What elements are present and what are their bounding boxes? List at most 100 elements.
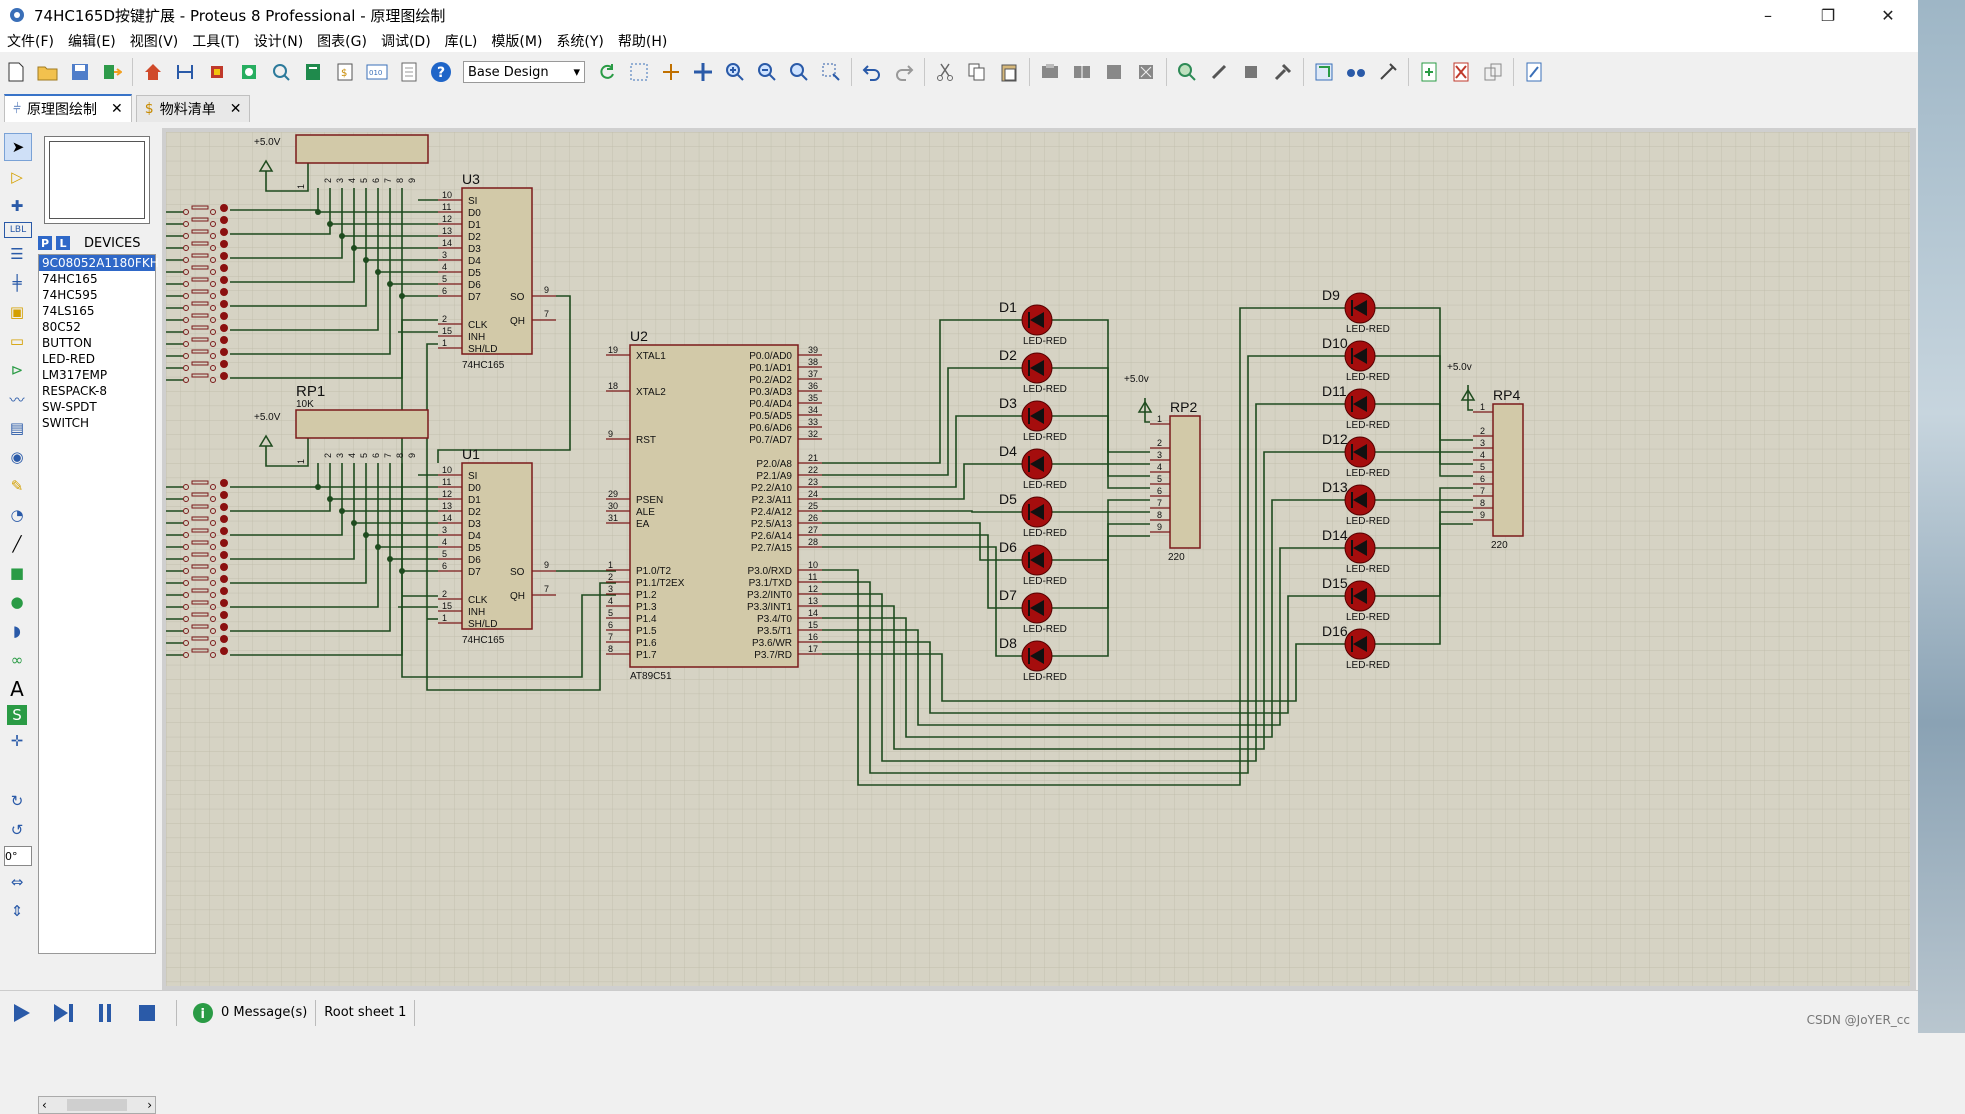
terminals-icon[interactable]: ▭ xyxy=(4,328,30,354)
import-icon[interactable] xyxy=(99,59,125,85)
rotation-angle-field[interactable]: 0° xyxy=(4,846,32,866)
block-delete-icon[interactable] xyxy=(1133,59,1159,85)
buses-icon[interactable]: ╪ xyxy=(4,270,30,296)
schematic-icon[interactable] xyxy=(172,59,198,85)
device-list-item[interactable]: 74HC595 xyxy=(39,287,155,303)
message-count[interactable]: 0 Message(s) xyxy=(221,1005,307,1020)
zoom-area-icon[interactable] xyxy=(818,59,844,85)
menu-system[interactable]: 系统(Y) xyxy=(549,31,610,51)
undo-icon[interactable] xyxy=(859,59,885,85)
redo-icon[interactable] xyxy=(891,59,917,85)
pick-device-icon[interactable] xyxy=(1174,59,1200,85)
rotate-anticlockwise-icon[interactable]: ↺ xyxy=(4,817,30,843)
selection-mode-icon[interactable]: ➤ xyxy=(4,133,32,161)
device-list[interactable]: 9C08052A1180FKH 74HC165 74HC595 74LS165 80C5… xyxy=(38,254,159,954)
menu-design[interactable]: 设计(N) xyxy=(247,31,310,51)
device-list-item[interactable]: SW-SPDT xyxy=(39,399,155,415)
pan-icon[interactable] xyxy=(690,59,716,85)
paste-icon[interactable] xyxy=(996,59,1022,85)
device-list-item[interactable]: 74LS165 xyxy=(39,303,155,319)
design-explorer-icon[interactable] xyxy=(300,59,326,85)
mirror-vertical-icon[interactable]: ⇕ xyxy=(4,898,30,924)
new-sheet-icon[interactable] xyxy=(1416,59,1442,85)
cut-icon[interactable] xyxy=(932,59,958,85)
line-tool-icon[interactable]: ╱ xyxy=(4,531,30,557)
notes-icon[interactable] xyxy=(396,59,422,85)
decompose-icon[interactable] xyxy=(1270,59,1296,85)
remove-sheet-icon[interactable] xyxy=(1448,59,1474,85)
junction-dot-icon[interactable]: ✚ xyxy=(4,193,30,219)
property-assign-icon[interactable] xyxy=(1375,59,1401,85)
scroll-right-icon[interactable]: › xyxy=(147,1098,152,1112)
menu-view[interactable]: 视图(V) xyxy=(123,31,186,51)
block-move-icon[interactable] xyxy=(1069,59,1095,85)
marker-tool-icon[interactable]: ✛ xyxy=(4,728,30,754)
menu-tools[interactable]: 工具(T) xyxy=(185,31,246,51)
pcb-icon[interactable] xyxy=(204,59,230,85)
menu-template[interactable]: 模版(M) xyxy=(484,31,549,51)
device-list-item[interactable]: LM317EMP xyxy=(39,367,155,383)
device-list-item[interactable]: LED-RED xyxy=(39,351,155,367)
design-variant-select[interactable]: Base Design ▾ xyxy=(463,61,585,83)
library-manager-button[interactable]: L xyxy=(56,236,70,250)
save-icon[interactable] xyxy=(67,59,93,85)
rotate-clockwise-icon[interactable]: ↻ xyxy=(4,788,30,814)
message-info-icon[interactable]: i xyxy=(191,998,215,1028)
box-tool-icon[interactable]: ■ xyxy=(4,560,30,586)
menu-help[interactable]: 帮助(H) xyxy=(611,31,674,51)
device-list-item[interactable]: 74HC165 xyxy=(39,271,155,287)
close-tab-icon[interactable]: ✕ xyxy=(111,101,123,117)
close-tab-icon[interactable]: ✕ xyxy=(230,101,242,117)
make-device-icon[interactable] xyxy=(1206,59,1232,85)
bom-icon[interactable]: $ xyxy=(332,59,358,85)
open-folder-icon[interactable] xyxy=(35,59,61,85)
exit-to-parent-icon[interactable] xyxy=(1480,59,1506,85)
menu-library[interactable]: 库(L) xyxy=(438,31,485,51)
maximize-button[interactable]: ❐ xyxy=(1798,0,1858,30)
menu-edit[interactable]: 编辑(E) xyxy=(61,31,123,51)
package-tool-icon[interactable] xyxy=(1238,59,1264,85)
symbol-tool-icon[interactable]: S xyxy=(7,705,27,725)
block-copy-icon[interactable] xyxy=(1037,59,1063,85)
menu-graph[interactable]: 图表(G) xyxy=(310,31,374,51)
tape-recorder-icon[interactable]: ▤ xyxy=(4,415,30,441)
help-icon[interactable]: ? xyxy=(428,59,454,85)
device-list-item[interactable]: 9C08052A1180FKH xyxy=(39,255,159,271)
scroll-thumb[interactable] xyxy=(67,1099,127,1111)
gerber-icon[interactable] xyxy=(268,59,294,85)
device-pins-icon[interactable]: ⊳ xyxy=(4,357,30,383)
stop-button[interactable] xyxy=(132,998,162,1028)
circle-tool-icon[interactable]: ● xyxy=(4,589,30,615)
arc-tool-icon[interactable]: ◗ xyxy=(4,618,30,644)
menu-file[interactable]: 文件(F) xyxy=(0,31,61,51)
graph-icon[interactable]: 〰 xyxy=(4,386,30,412)
search-tag-icon[interactable] xyxy=(1343,59,1369,85)
copy-icon[interactable] xyxy=(964,59,990,85)
tab-bom[interactable]: $ 物料清单 ✕ xyxy=(135,95,251,122)
tab-schematic[interactable]: ⫩ 原理图绘制 ✕ xyxy=(4,94,132,122)
grid-toggle-icon[interactable] xyxy=(626,59,652,85)
mirror-horizontal-icon[interactable]: ⇔ xyxy=(4,869,30,895)
component-mode-icon[interactable]: ▷ xyxy=(4,164,30,190)
pause-button[interactable] xyxy=(90,998,120,1028)
new-file-icon[interactable] xyxy=(3,59,29,85)
device-list-item[interactable]: 80C52 xyxy=(39,319,155,335)
virtual-instruments-icon[interactable]: ◔ xyxy=(4,502,30,528)
minimize-button[interactable]: – xyxy=(1738,0,1798,30)
3d-view-icon[interactable] xyxy=(236,59,262,85)
wire-autorouter-icon[interactable] xyxy=(1311,59,1337,85)
block-rotate-icon[interactable] xyxy=(1101,59,1127,85)
zoom-out-icon[interactable] xyxy=(754,59,780,85)
source-code-icon[interactable]: 010 xyxy=(364,59,390,85)
wire-label-icon[interactable]: LBL xyxy=(4,222,32,238)
menu-debug[interactable]: 调试(D) xyxy=(374,31,438,51)
refresh-icon[interactable] xyxy=(594,59,620,85)
schematic-canvas[interactable]: RP310K+5.0V123456789RP110K+5.0V123456789… xyxy=(166,132,1910,986)
zoom-in-icon[interactable] xyxy=(722,59,748,85)
device-list-item[interactable]: RESPACK-8 xyxy=(39,383,155,399)
home-icon[interactable] xyxy=(140,59,166,85)
zoom-all-icon[interactable] xyxy=(786,59,812,85)
device-list-scrollbar[interactable]: ‹ › xyxy=(38,1096,156,1114)
scroll-left-icon[interactable]: ‹ xyxy=(42,1098,47,1112)
subcircuit-icon[interactable]: ▣ xyxy=(4,299,30,325)
